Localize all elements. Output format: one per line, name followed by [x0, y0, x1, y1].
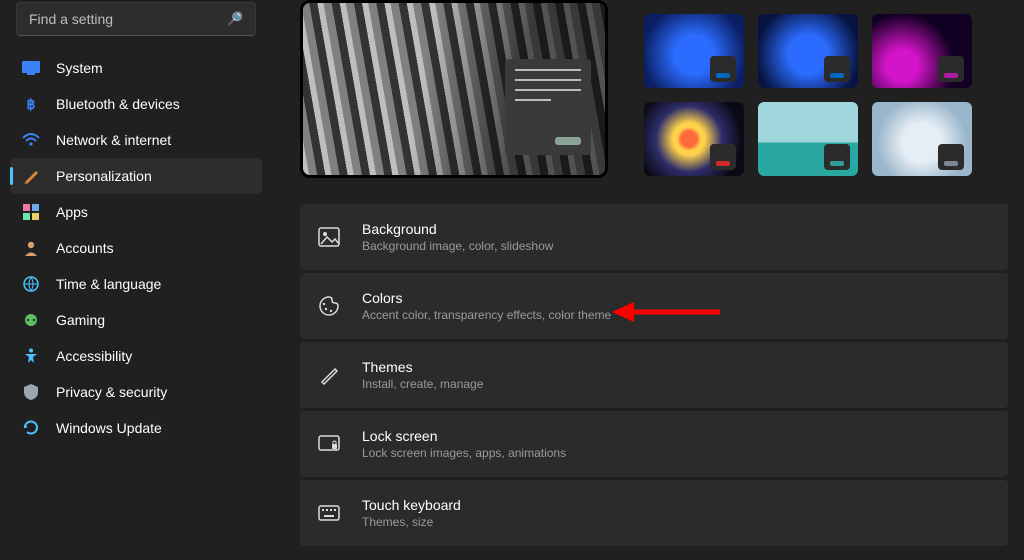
preview-mock-window [505, 59, 591, 155]
paintbrush-icon [22, 167, 40, 185]
lockscreen-icon [318, 435, 340, 453]
sidebar-item-system[interactable]: System [10, 50, 262, 86]
theme-thumbnails [644, 0, 972, 178]
nav-label: Gaming [56, 312, 105, 328]
card-title: Lock screen [362, 428, 566, 444]
theme-option-4[interactable] [644, 102, 744, 176]
brush-icon [318, 365, 340, 385]
nav-label: Bluetooth & devices [56, 96, 180, 112]
card-subtitle: Themes, size [362, 515, 461, 529]
system-icon [22, 59, 40, 77]
search-icon: 🔍 [227, 11, 243, 27]
card-title: Colors [362, 290, 611, 306]
sidebar-item-windows-update[interactable]: Windows Update [10, 410, 262, 446]
theme-option-1[interactable] [644, 14, 744, 88]
personalization-options: Background Background image, color, slid… [300, 204, 1008, 546]
keyboard-icon [318, 505, 340, 521]
option-colors[interactable]: Colors Accent color, transparency effect… [300, 273, 1008, 339]
theme-option-3[interactable] [872, 14, 972, 88]
nav-label: Accessibility [56, 348, 132, 364]
card-subtitle: Accent color, transparency effects, colo… [362, 308, 611, 322]
theme-option-2[interactable] [758, 14, 858, 88]
sidebar-item-personalization[interactable]: Personalization [10, 158, 262, 194]
nav-label: Apps [56, 204, 88, 220]
option-touch-keyboard[interactable]: Touch keyboard Themes, size [300, 480, 1008, 546]
sidebar-item-network[interactable]: Network & internet [10, 122, 262, 158]
globe-clock-icon [22, 275, 40, 293]
sidebar-item-accounts[interactable]: Accounts [10, 230, 262, 266]
card-title: Touch keyboard [362, 497, 461, 513]
wifi-icon [22, 131, 40, 149]
sidebar: 🔍 System ฿ Bluetooth & devices Network &… [0, 0, 272, 560]
main-content: Background Background image, color, slid… [272, 0, 1024, 560]
accessibility-icon [22, 347, 40, 365]
option-lock-screen[interactable]: Lock screen Lock screen images, apps, an… [300, 411, 1008, 477]
card-title: Themes [362, 359, 483, 375]
nav-label: Windows Update [56, 420, 162, 436]
update-icon [22, 419, 40, 437]
sidebar-item-time-language[interactable]: Time & language [10, 266, 262, 302]
gaming-icon [22, 311, 40, 329]
search-box[interactable]: 🔍 [16, 2, 256, 36]
nav-label: System [56, 60, 103, 76]
card-title: Background [362, 221, 553, 237]
sidebar-item-accessibility[interactable]: Accessibility [10, 338, 262, 374]
nav-label: Time & language [56, 276, 161, 292]
nav-list: System ฿ Bluetooth & devices Network & i… [10, 50, 262, 446]
palette-icon [318, 295, 340, 317]
nav-label: Privacy & security [56, 384, 167, 400]
card-subtitle: Background image, color, slideshow [362, 239, 553, 253]
card-subtitle: Lock screen images, apps, animations [362, 446, 566, 460]
shield-icon [22, 383, 40, 401]
theme-option-5[interactable] [758, 102, 858, 176]
sidebar-item-gaming[interactable]: Gaming [10, 302, 262, 338]
sidebar-item-bluetooth[interactable]: ฿ Bluetooth & devices [10, 86, 262, 122]
option-themes[interactable]: Themes Install, create, manage [300, 342, 1008, 408]
desktop-preview [300, 0, 608, 178]
theme-option-6[interactable] [872, 102, 972, 176]
bluetooth-icon: ฿ [22, 95, 40, 113]
nav-label: Network & internet [56, 132, 171, 148]
sidebar-item-privacy[interactable]: Privacy & security [10, 374, 262, 410]
nav-label: Accounts [56, 240, 114, 256]
apps-icon [22, 203, 40, 221]
accounts-icon [22, 239, 40, 257]
personalization-preview-row [300, 0, 1008, 178]
image-icon [318, 227, 340, 247]
search-input[interactable] [29, 11, 227, 27]
nav-label: Personalization [56, 168, 152, 184]
option-background[interactable]: Background Background image, color, slid… [300, 204, 1008, 270]
sidebar-item-apps[interactable]: Apps [10, 194, 262, 230]
card-subtitle: Install, create, manage [362, 377, 483, 391]
